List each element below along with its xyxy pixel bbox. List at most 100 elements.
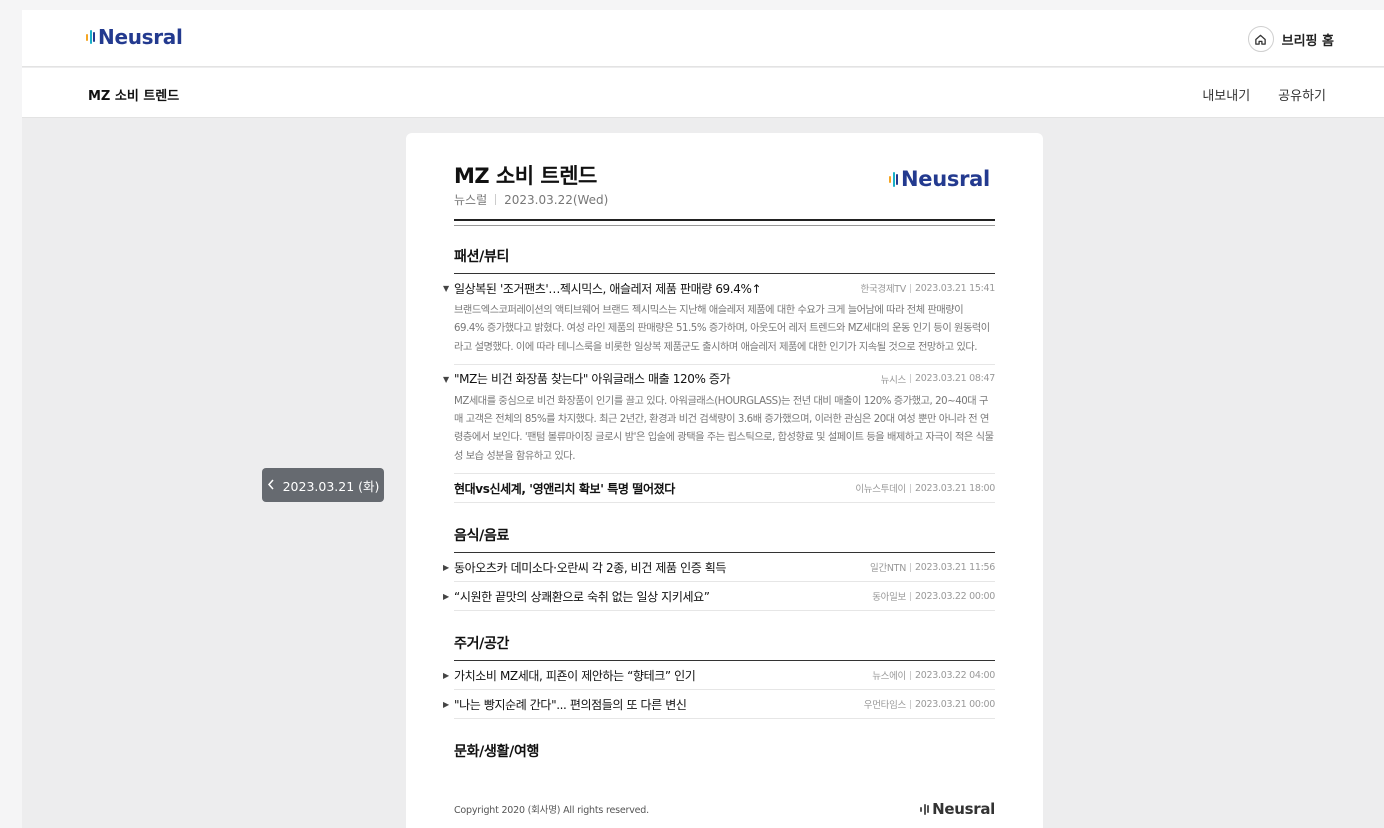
chevron-left-icon xyxy=(267,478,275,493)
brand-name: Neusral xyxy=(98,25,183,49)
news-item-head: 일상복된 '조거팬츠'…젝시믹스, 애슬레저 제품 판매량 69.4%↑ 한국경… xyxy=(454,274,995,302)
section-fashion-beauty: 패션/뷰티 ▼ 일상복된 '조거팬츠'…젝시믹스, 애슬레저 제품 판매량 69… xyxy=(443,246,995,504)
briefing-home-label: 브리핑 홈 xyxy=(1281,33,1334,49)
caret-right-icon[interactable]: ▶ xyxy=(443,592,449,601)
news-item[interactable]: ▶ "나는 빵지순례 간다"... 편의점들의 또 다른 변신 우먼타임스 202… xyxy=(443,690,995,720)
logo-bars-icon xyxy=(920,803,930,815)
section-title: 주거/공간 xyxy=(454,633,995,662)
news-title[interactable]: 일상복된 '조거팬츠'…젝시믹스, 애슬레저 제품 판매량 69.4%↑ xyxy=(454,280,762,297)
logo-bars-icon xyxy=(889,171,898,187)
document-footer: Copyright 2020 (회사명) All rights reserved… xyxy=(454,800,995,818)
footer-brand: Neusral xyxy=(932,800,995,818)
news-item-head: "나는 빵지순례 간다"... 편의점들의 또 다른 변신 우먼타임스 2023.… xyxy=(454,690,995,718)
source-name: 뉴스에이 xyxy=(872,671,906,683)
share-button[interactable]: 공유하기 xyxy=(1278,85,1326,104)
section-food-drink: 음식/음료 ▶ 동아오츠카 데미소다·오란씨 각 2종, 비건 제품 인증 획득… xyxy=(443,525,995,612)
source-divider xyxy=(910,699,911,709)
footer-logo: Neusral xyxy=(920,800,995,818)
source-datetime: 2023.03.22 00:00 xyxy=(915,590,995,602)
source-name: 한국경제TV xyxy=(860,284,907,295)
news-source: 동아일보 2023.03.22 00:00 xyxy=(872,589,995,604)
source-divider xyxy=(910,283,911,293)
logo-bars-icon xyxy=(86,30,95,44)
news-item-head: “시원한 끝맛의 상쾌환으로 숙취 없는 일상 지키세요” 동아일보 2023.0… xyxy=(454,582,995,610)
source-name: 동아일보 xyxy=(872,592,906,604)
export-button[interactable]: 내보내기 xyxy=(1202,85,1250,104)
document-meta: 뉴스럴 2023.03.22(Wed) xyxy=(454,191,608,208)
section-title: 문화/생활/여행 xyxy=(454,744,540,761)
document-logo: Neusral xyxy=(889,167,990,191)
previous-date-label: 2023.03.21 (화) xyxy=(282,478,380,494)
source-divider xyxy=(910,591,911,601)
news-item-head: 가치소비 MZ세대, 피죤이 제안하는 “향테크” 인기 뉴스에이 2023.03… xyxy=(454,661,995,689)
caret-down-icon[interactable]: ▼ xyxy=(443,284,449,293)
caret-right-icon[interactable]: ▶ xyxy=(443,671,449,680)
document-date: 2023.03.22(Wed) xyxy=(504,192,609,207)
news-source: 뉴스에이 2023.03.22 04:00 xyxy=(872,668,995,683)
sub-bar: MZ 소비 트렌드 내보내기 공유하기 xyxy=(22,68,1384,118)
news-source: 일간NTN 2023.03.21 11:56 xyxy=(870,560,995,575)
news-source: 뉴시스 2023.03.21 08:47 xyxy=(880,372,996,386)
source-datetime: 2023.03.21 18:00 xyxy=(915,482,995,494)
news-item[interactable]: ▼ 일상복된 '조거팬츠'…젝시믹스, 애슬레저 제품 판매량 69.4%↑ 한… xyxy=(443,274,995,365)
source-divider xyxy=(910,562,911,572)
news-title[interactable]: "나는 빵지순례 간다"... 편의점들의 또 다른 변신 xyxy=(454,696,687,713)
section-title: 패션/뷰티 xyxy=(454,246,995,274)
top-bar: Neusral 브리핑 홈 xyxy=(22,10,1384,67)
news-title[interactable]: 현대vs신세계, '영앤리치 확보' 특명 떨어졌다 xyxy=(454,480,675,497)
section-living-space: 주거/공간 ▶ 가치소비 MZ세대, 피죤이 제안하는 “향테크” 인기 뉴스에… xyxy=(443,633,995,720)
app-frame: Neusral 브리핑 홈 MZ 소비 트렌드 내보내기 공유하기 2023.0… xyxy=(22,10,1384,828)
news-source: 우먼타임스 2023.03.21 00:00 xyxy=(863,697,996,712)
section-title: 음식/음료 xyxy=(454,525,995,554)
news-title[interactable]: 동아오츠카 데미소다·오란씨 각 2종, 비건 제품 인증 획득 xyxy=(454,559,726,576)
document-brand: Neusral xyxy=(901,167,990,191)
page-actions: 내보내기 공유하기 xyxy=(1202,85,1326,104)
news-title[interactable]: “시원한 끝맛의 상쾌환으로 숙취 없는 일상 지키세요” xyxy=(454,588,710,605)
caret-down-icon[interactable]: ▼ xyxy=(443,375,449,384)
document-title: MZ 소비 트렌드 xyxy=(454,164,597,188)
news-item[interactable]: ▶ “시원한 끝맛의 상쾌환으로 숙취 없는 일상 지키세요” 동아일보 2023… xyxy=(443,582,995,612)
news-summary: 브랜드엑스코퍼레이션의 액티브웨어 브랜드 젝시믹스는 지난해 애슬레저 제품에… xyxy=(454,305,990,353)
source-name: 우먼타임스 xyxy=(863,700,907,712)
source-divider xyxy=(910,483,911,493)
brand-logo[interactable]: Neusral xyxy=(86,25,183,49)
caret-right-icon[interactable]: ▶ xyxy=(443,563,449,572)
page-title: MZ 소비 트렌드 xyxy=(88,89,180,104)
section-culture-travel: 문화/생활/여행 xyxy=(454,741,995,768)
news-source: 이뉴스투데이 2023.03.21 18:00 xyxy=(855,481,995,496)
news-item-head: 현대vs신세계, '영앤리치 확보' 특명 떨어졌다 이뉴스투데이 2023.03… xyxy=(454,474,995,502)
previous-date-button[interactable]: 2023.03.21 (화) xyxy=(262,468,384,502)
copyright-text: Copyright 2020 (회사명) All rights reserved… xyxy=(454,805,649,816)
news-item[interactable]: ▶ 가치소비 MZ세대, 피죤이 제안하는 “향테크” 인기 뉴스에이 2023.… xyxy=(443,661,995,691)
home-icon xyxy=(1247,26,1274,52)
source-name: 뉴시스 xyxy=(880,374,907,386)
document-publisher: 뉴스럴 xyxy=(454,193,488,207)
news-item-head: 동아오츠카 데미소다·오란씨 각 2종, 비건 제품 인증 획득 일간NTN 20… xyxy=(454,553,995,581)
news-item-head: "MZ는 비건 화장품 찾는다" 아워글래스 매출 120% 증가 뉴시스 202… xyxy=(454,365,995,393)
news-source: 한국경제TV 2023.03.21 15:41 xyxy=(860,281,996,296)
source-datetime: 2023.03.21 00:00 xyxy=(915,698,995,710)
source-datetime: 2023.03.22 04:00 xyxy=(915,669,995,681)
briefing-home-button[interactable]: 브리핑 홈 xyxy=(1247,26,1334,52)
sections-list: 패션/뷰티 ▼ 일상복된 '조거팬츠'…젝시믹스, 애슬레저 제품 판매량 69… xyxy=(443,246,995,768)
briefing-document: MZ 소비 트렌드 뉴스럴 2023.03.22(Wed) Neusral 패션… xyxy=(406,133,1043,828)
source-datetime: 2023.03.21 08:47 xyxy=(915,373,995,385)
source-name: 이뉴스투데이 xyxy=(855,484,906,496)
news-item[interactable]: ▶ 동아오츠카 데미소다·오란씨 각 2종, 비건 제품 인증 획득 일간NTN… xyxy=(443,553,995,583)
news-title[interactable]: "MZ는 비건 화장품 찾는다" 아워글래스 매출 120% 증가 xyxy=(454,370,731,387)
header-rule-thin xyxy=(454,225,995,226)
news-item[interactable]: ▼ "MZ는 비건 화장품 찾는다" 아워글래스 매출 120% 증가 뉴시스 2… xyxy=(443,365,995,475)
source-divider xyxy=(910,670,911,680)
news-summary: MZ세대를 중심으로 비건 화장품이 인기를 끌고 있다. 아워글래스(HOUR… xyxy=(454,395,994,462)
caret-right-icon[interactable]: ▶ xyxy=(443,700,449,709)
header-rule xyxy=(454,219,995,221)
source-datetime: 2023.03.21 15:41 xyxy=(915,282,995,294)
news-title[interactable]: 가치소비 MZ세대, 피죤이 제안하는 “향테크” 인기 xyxy=(454,667,696,684)
news-item[interactable]: 현대vs신세계, '영앤리치 확보' 특명 떨어졌다 이뉴스투데이 2023.03… xyxy=(454,474,995,504)
source-name: 일간NTN xyxy=(870,563,906,575)
source-datetime: 2023.03.21 11:56 xyxy=(915,561,995,573)
meta-divider xyxy=(495,194,497,205)
